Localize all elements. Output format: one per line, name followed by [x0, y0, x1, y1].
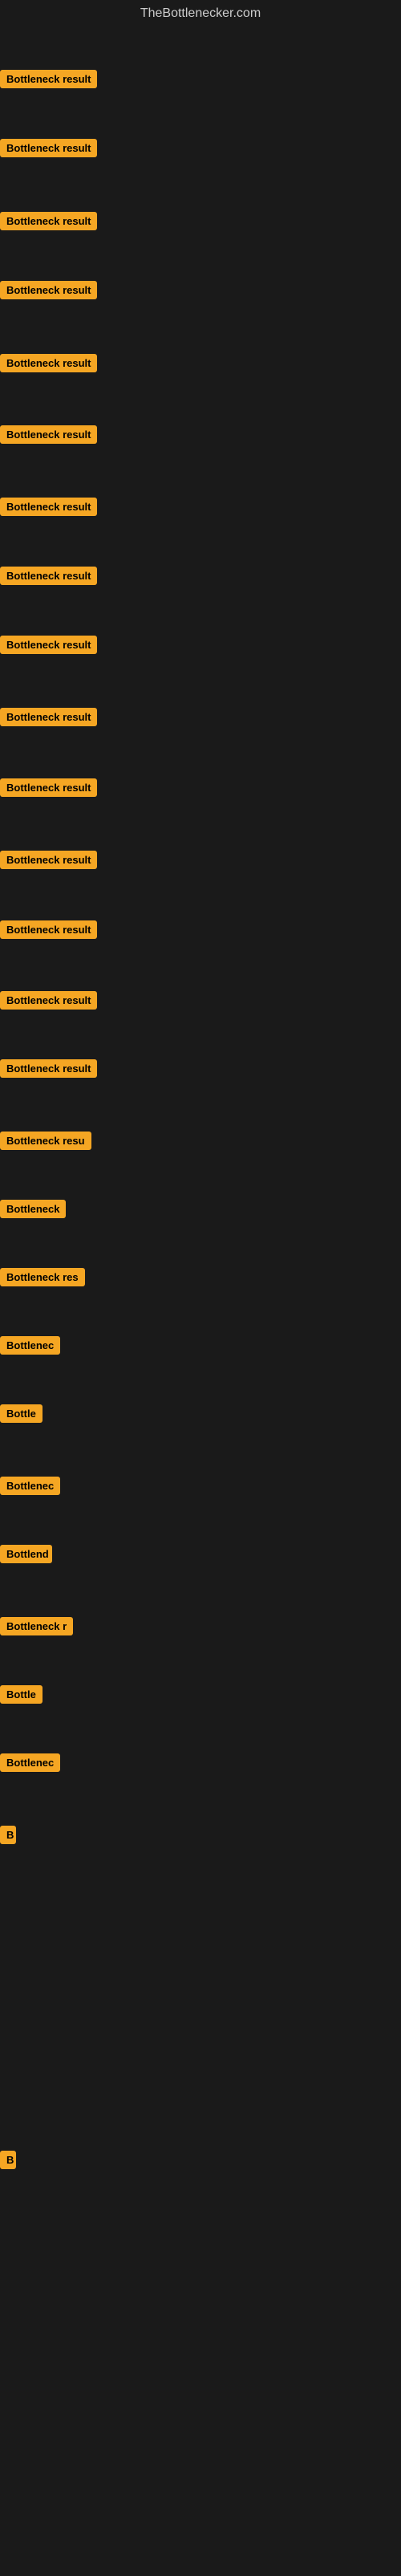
bottleneck-badge[interactable]: Bottleneck result — [0, 567, 97, 585]
bottleneck-item[interactable]: Bottleneck result — [0, 498, 97, 520]
bottleneck-badge[interactable]: Bottleneck result — [0, 70, 97, 88]
bottleneck-badge[interactable]: Bottleneck result — [0, 708, 97, 726]
bottleneck-item[interactable]: B — [0, 2151, 16, 2173]
bottleneck-item[interactable]: Bottleneck result — [0, 708, 97, 730]
bottleneck-list: Bottleneck result Bottleneck result Bottle… — [0, 24, 401, 2576]
bottleneck-item[interactable]: Bottle — [0, 1685, 43, 1708]
bottleneck-item[interactable]: B — [0, 1826, 16, 1848]
bottleneck-badge[interactable]: Bottlenec — [0, 1753, 60, 1772]
bottleneck-badge[interactable]: Bottleneck result — [0, 636, 97, 654]
bottleneck-item[interactable]: Bottleneck result — [0, 920, 97, 943]
bottleneck-badge[interactable]: Bottle — [0, 1404, 43, 1423]
bottleneck-badge[interactable]: Bottleneck result — [0, 851, 97, 869]
bottleneck-item[interactable]: Bottlenec — [0, 1477, 60, 1499]
bottleneck-item[interactable]: Bottleneck result — [0, 281, 97, 303]
site-title-bar: TheBottlenecker.com — [0, 0, 401, 24]
bottleneck-badge[interactable]: Bottleneck resu — [0, 1132, 91, 1150]
bottleneck-badge[interactable]: Bottleneck result — [0, 498, 97, 516]
bottleneck-item[interactable]: Bottle — [0, 1404, 43, 1427]
bottleneck-badge[interactable]: Bottleneck result — [0, 920, 97, 939]
bottleneck-item[interactable]: Bottlenec — [0, 1753, 60, 1776]
bottleneck-item[interactable]: Bottleneck resu — [0, 1132, 91, 1154]
bottleneck-item[interactable]: Bottlenec — [0, 1336, 60, 1359]
bottleneck-badge[interactable]: Bottleneck result — [0, 1059, 97, 1078]
site-title: TheBottlenecker.com — [0, 0, 401, 24]
bottleneck-badge[interactable]: Bottle — [0, 1685, 43, 1704]
bottleneck-item[interactable]: Bottleneck result — [0, 851, 97, 873]
bottleneck-badge[interactable]: Bottleneck r — [0, 1617, 73, 1635]
bottleneck-badge[interactable]: Bottlenec — [0, 1336, 60, 1355]
bottleneck-badge[interactable]: Bottleneck result — [0, 425, 97, 444]
bottleneck-item[interactable]: Bottleneck result — [0, 70, 97, 92]
bottleneck-badge[interactable]: Bottleneck result — [0, 281, 97, 299]
bottleneck-item[interactable]: Bottleneck r — [0, 1617, 73, 1639]
bottleneck-badge[interactable]: Bottleneck result — [0, 778, 97, 797]
bottleneck-item[interactable]: Bottleneck result — [0, 212, 97, 234]
bottleneck-item[interactable]: Bottleneck — [0, 1200, 66, 1222]
bottleneck-item[interactable]: Bottleneck result — [0, 1059, 97, 1082]
bottleneck-item[interactable]: Bottlend — [0, 1545, 52, 1567]
bottleneck-badge[interactable]: B — [0, 2151, 16, 2169]
bottleneck-badge[interactable]: Bottleneck result — [0, 991, 97, 1010]
bottleneck-item[interactable]: Bottleneck result — [0, 425, 97, 448]
bottleneck-item[interactable]: Bottleneck result — [0, 567, 97, 589]
bottleneck-badge[interactable]: Bottlenec — [0, 1477, 60, 1495]
bottleneck-badge[interactable]: Bottleneck res — [0, 1268, 85, 1286]
bottleneck-item[interactable]: Bottleneck res — [0, 1268, 85, 1290]
bottleneck-item[interactable]: Bottleneck result — [0, 991, 97, 1014]
bottleneck-badge[interactable]: Bottlend — [0, 1545, 52, 1563]
bottleneck-badge[interactable]: B — [0, 1826, 16, 1844]
bottleneck-badge[interactable]: Bottleneck result — [0, 354, 97, 372]
bottleneck-item[interactable]: Bottleneck result — [0, 354, 97, 376]
bottleneck-badge[interactable]: Bottleneck result — [0, 139, 97, 157]
bottleneck-item[interactable]: Bottleneck result — [0, 636, 97, 658]
bottleneck-item[interactable]: Bottleneck result — [0, 778, 97, 801]
bottleneck-badge[interactable]: Bottleneck — [0, 1200, 66, 1218]
bottleneck-item[interactable]: Bottleneck result — [0, 139, 97, 161]
bottleneck-badge[interactable]: Bottleneck result — [0, 212, 97, 230]
